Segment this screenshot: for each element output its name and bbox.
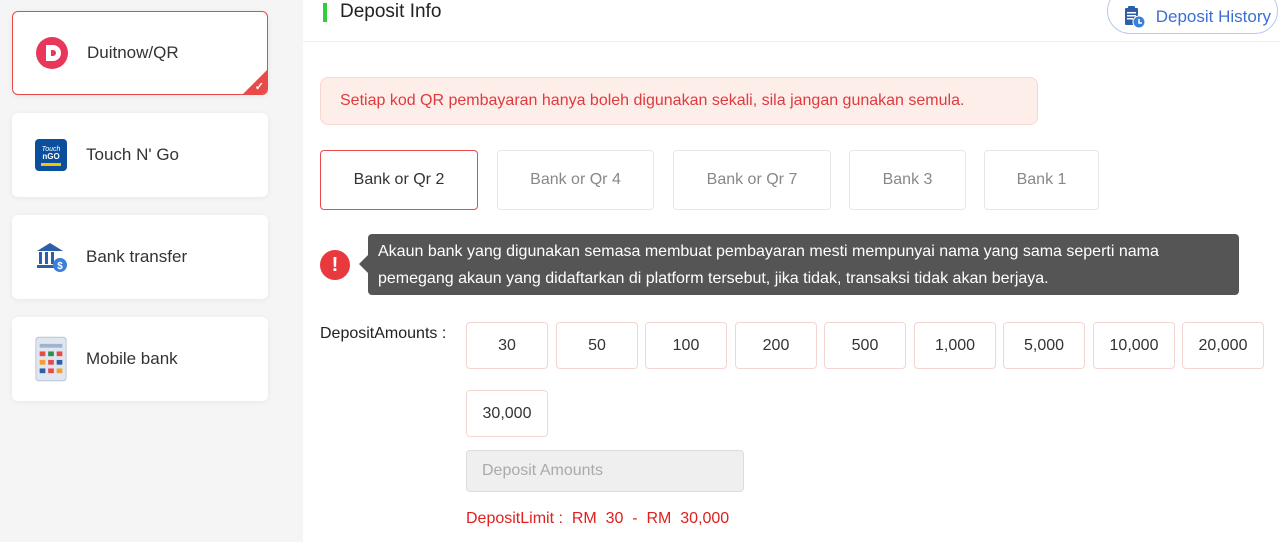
channel-bank-3[interactable]: Bank 3: [849, 150, 966, 210]
tooltip-line-1: Akaun bank yang digunakan semasa membuat…: [378, 243, 1159, 260]
channel-label: Bank or Qr 4: [530, 171, 621, 188]
amount-option[interactable]: 30,000: [466, 390, 548, 437]
method-label: Touch N' Go: [86, 145, 180, 164]
check-icon: ✓: [254, 81, 264, 93]
amount-option[interactable]: 30: [466, 322, 548, 369]
title-accent-bar: [323, 3, 327, 22]
amount-option-label: 500: [851, 336, 879, 354]
qr-notice: Setiap kod QR pembayaran hanya boleh dig…: [320, 77, 1038, 125]
bank-icon: $: [34, 240, 68, 274]
method-bank-transfer[interactable]: $ Bank transfer: [12, 215, 268, 299]
method-touchngo[interactable]: Touch nGO Touch N' Go: [12, 113, 268, 197]
amount-option-label: 30,000: [482, 404, 532, 422]
amount-option[interactable]: 50: [556, 322, 638, 369]
tooltip-line-2: pemegang akaun yang didaftarkan di platf…: [378, 270, 1049, 287]
channel-bank-1[interactable]: Bank 1: [984, 150, 1099, 210]
deposit-panel: Deposit Info Deposit History Setiap kod …: [303, 0, 1280, 542]
amount-option[interactable]: 1,000: [914, 322, 996, 369]
payment-method-sidebar: Duitnow/QR ✓ Touch nGO Touch N' Go $ Ban…: [0, 0, 303, 542]
amount-option[interactable]: 200: [735, 322, 817, 369]
channel-bank-or-qr-4[interactable]: Bank or Qr 4: [497, 150, 654, 210]
amount-option[interactable]: 500: [824, 322, 906, 369]
amount-option-label: 5,000: [1023, 336, 1065, 354]
deposit-header: Deposit Info Deposit History: [303, 0, 1280, 42]
amount-option[interactable]: 100: [645, 322, 727, 369]
qr-notice-text: Setiap kod QR pembayaran hanya boleh dig…: [340, 92, 965, 109]
amount-option-label: 100: [672, 336, 700, 354]
method-duitnow[interactable]: Duitnow/QR ✓: [12, 11, 268, 95]
touchngo-icon: Touch nGO: [34, 138, 68, 172]
amount-option[interactable]: 5,000: [1003, 322, 1085, 369]
duitnow-icon: [35, 36, 69, 70]
account-name-tooltip: Akaun bank yang digunakan semasa membuat…: [359, 234, 1239, 295]
svg-text:$: $: [57, 261, 63, 272]
deposit-limit-text: DepositLimit : RM 30 - RM 30,000: [466, 510, 730, 527]
amount-option-label: 30: [498, 336, 516, 354]
history-icon: [1122, 5, 1146, 29]
method-label: Bank transfer: [86, 247, 188, 266]
amount-option-label: 200: [762, 336, 790, 354]
method-mobile-bank[interactable]: Mobile bank: [12, 317, 268, 401]
amount-option-label: 10,000: [1109, 336, 1159, 354]
channel-label: Bank or Qr 7: [706, 171, 798, 188]
method-label: Mobile bank: [86, 349, 178, 368]
mobile-bank-icon: [34, 336, 68, 382]
amount-option-label: 20,000: [1198, 336, 1248, 354]
channel-label: Bank 1: [1016, 171, 1067, 188]
warning-icon-glyph: !: [331, 253, 339, 276]
amount-option[interactable]: 10,000: [1093, 322, 1175, 369]
amount-option-label: 1,000: [934, 336, 976, 354]
deposit-amounts-label: DepositAmounts :: [320, 325, 447, 342]
deposit-amount-input[interactable]: [466, 450, 744, 492]
svg-text:nGO: nGO: [42, 152, 59, 161]
warning-icon[interactable]: !: [320, 250, 350, 280]
amount-option-label: 50: [588, 336, 606, 354]
page-title: Deposit Info: [340, 1, 442, 22]
channel-label: Bank or Qr 2: [353, 171, 445, 188]
channel-label: Bank 3: [882, 171, 933, 188]
channel-bank-or-qr-2[interactable]: Bank or Qr 2: [320, 150, 478, 210]
deposit-history-label: Deposit History: [1155, 7, 1271, 26]
method-label: Duitnow/QR: [87, 43, 179, 62]
deposit-history-button[interactable]: Deposit History: [1106, 0, 1278, 34]
amount-option[interactable]: 20,000: [1182, 322, 1264, 369]
channel-bank-or-qr-7[interactable]: Bank or Qr 7: [673, 150, 831, 210]
